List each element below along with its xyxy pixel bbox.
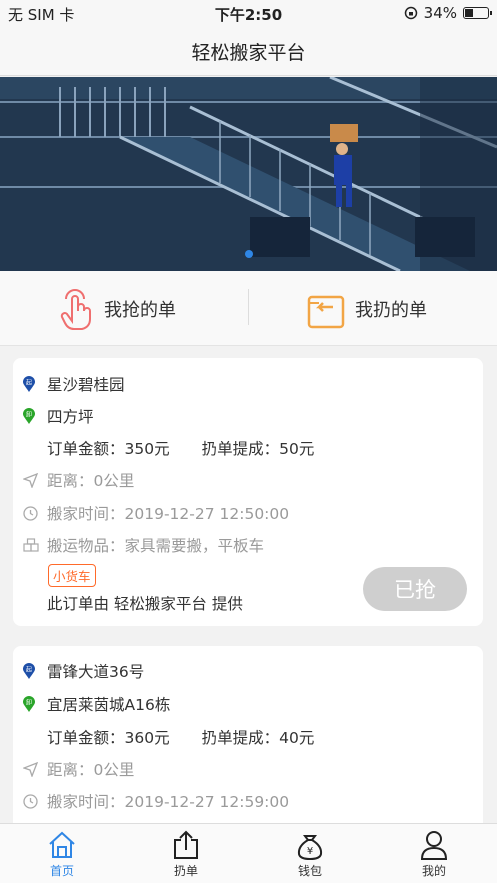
items-text: 搬运物品：家具需要搬，平板车 — [47, 537, 265, 555]
commission: 扔单提成：50元 — [201, 440, 315, 458]
move-time-text: 搬家时间：2019-12-27 12:50:00 — [47, 505, 290, 523]
boxes-icon — [23, 537, 39, 553]
pickup-pin-icon: 起 — [23, 663, 37, 679]
svg-text:卸: 卸 — [26, 411, 32, 419]
banner-carousel[interactable] — [0, 77, 497, 271]
tab-bar: 首页 扔单 ¥ 钱包 我的 — [0, 823, 497, 883]
rotation-lock-icon — [404, 6, 417, 20]
order-amount: 订单金额：360元 — [47, 729, 170, 747]
hand-tap-icon — [60, 288, 91, 330]
order-card[interactable]: 起 雷锋大道36号 卸 宜居莱茵城A16栋 订单金额：360元 扔单提成：40元… — [13, 646, 483, 846]
my-thrown-orders-label: 我扔的单 — [355, 299, 427, 321]
pickup-row: 起 星沙碧桂园 — [23, 373, 125, 395]
battery-icon — [463, 7, 492, 19]
home-icon — [47, 829, 77, 861]
money-bag-icon: ¥ — [296, 829, 324, 861]
page-title: 轻松搬家平台 — [191, 42, 306, 64]
pickup-address: 星沙碧桂园 — [47, 376, 125, 394]
svg-text:起: 起 — [26, 379, 32, 387]
svg-text:¥: ¥ — [307, 846, 313, 857]
move-time-text: 搬家时间：2019-12-27 12:59:00 — [47, 793, 290, 811]
tab-mine[interactable]: 我的 — [372, 824, 496, 883]
distance-text: 距离：0公里 — [47, 472, 135, 490]
commission: 扔单提成：40元 — [201, 729, 315, 747]
tab-mine-label: 我的 — [421, 864, 446, 878]
clock-icon — [23, 793, 39, 809]
my-grabbed-orders-button[interactable]: 我抢的单 — [58, 271, 176, 346]
money-row: 订单金额：350元 扔单提成：50元 — [47, 437, 314, 459]
my-thrown-orders-button[interactable]: 我扔的单 — [305, 271, 427, 346]
dropoff-row: 卸 宜居莱茵城A16栋 — [23, 693, 170, 715]
order-amount: 订单金额：350元 — [47, 440, 170, 458]
user-icon — [420, 829, 448, 861]
share-upload-icon — [172, 829, 200, 861]
quick-actions: 我抢的单 我扔的单 — [0, 271, 497, 346]
clock-icon — [23, 505, 39, 521]
provider-text: 此订单由 轻松搬家平台 提供 — [47, 595, 243, 613]
pickup-pin-icon: 起 — [23, 376, 37, 392]
divider — [248, 289, 249, 325]
my-grabbed-orders-label: 我抢的单 — [104, 299, 176, 321]
tab-throw-label: 扔单 — [173, 864, 198, 878]
return-box-icon — [307, 295, 345, 328]
status-bar: 无 SIM 卡 下午2:50 34% — [0, 0, 497, 26]
carousel-dot[interactable] — [245, 250, 253, 258]
pickup-row: 起 雷锋大道36号 — [23, 660, 144, 682]
distance-row: 距离：0公里 — [23, 758, 134, 780]
time-row: 搬家时间：2019-12-27 12:50:00 — [23, 502, 289, 524]
svg-text:起: 起 — [26, 666, 32, 674]
navigation-arrow-icon — [23, 761, 39, 777]
pickup-address: 雷锋大道36号 — [47, 663, 145, 681]
dropoff-pin-icon: 卸 — [23, 696, 37, 712]
tab-home-label: 首页 — [49, 864, 74, 878]
dropoff-pin-icon: 卸 — [23, 408, 37, 424]
battery-percent: 34% — [423, 4, 457, 22]
svg-text:卸: 卸 — [26, 699, 32, 707]
distance-row: 距离：0公里 — [23, 469, 134, 491]
dropoff-row: 卸 四方坪 — [23, 405, 94, 427]
order-card[interactable]: 起 星沙碧桂园 卸 四方坪 订单金额：350元 扔单提成：50元 距离：0公里 … — [13, 358, 483, 626]
tab-wallet[interactable]: ¥ 钱包 — [248, 824, 372, 883]
tab-throw-order[interactable]: 扔单 — [124, 824, 248, 883]
dropoff-address: 宜居莱茵城A16栋 — [47, 696, 171, 714]
time-row: 搬家时间：2019-12-27 12:59:00 — [23, 790, 289, 812]
dropoff-address: 四方坪 — [47, 408, 94, 426]
money-row: 订单金额：360元 扔单提成：40元 — [47, 726, 314, 748]
grabbed-button[interactable]: 已抢 — [363, 567, 467, 611]
distance-text: 距离：0公里 — [47, 761, 135, 779]
vehicle-tag: 小货车 — [48, 564, 96, 587]
banner-image — [0, 77, 497, 271]
nav-bar: 轻松搬家平台 — [0, 26, 497, 76]
tab-wallet-label: 钱包 — [297, 864, 322, 878]
items-row: 搬运物品：家具需要搬，平板车 — [23, 534, 264, 556]
navigation-arrow-icon — [23, 472, 39, 488]
tab-home[interactable]: 首页 — [0, 824, 124, 883]
